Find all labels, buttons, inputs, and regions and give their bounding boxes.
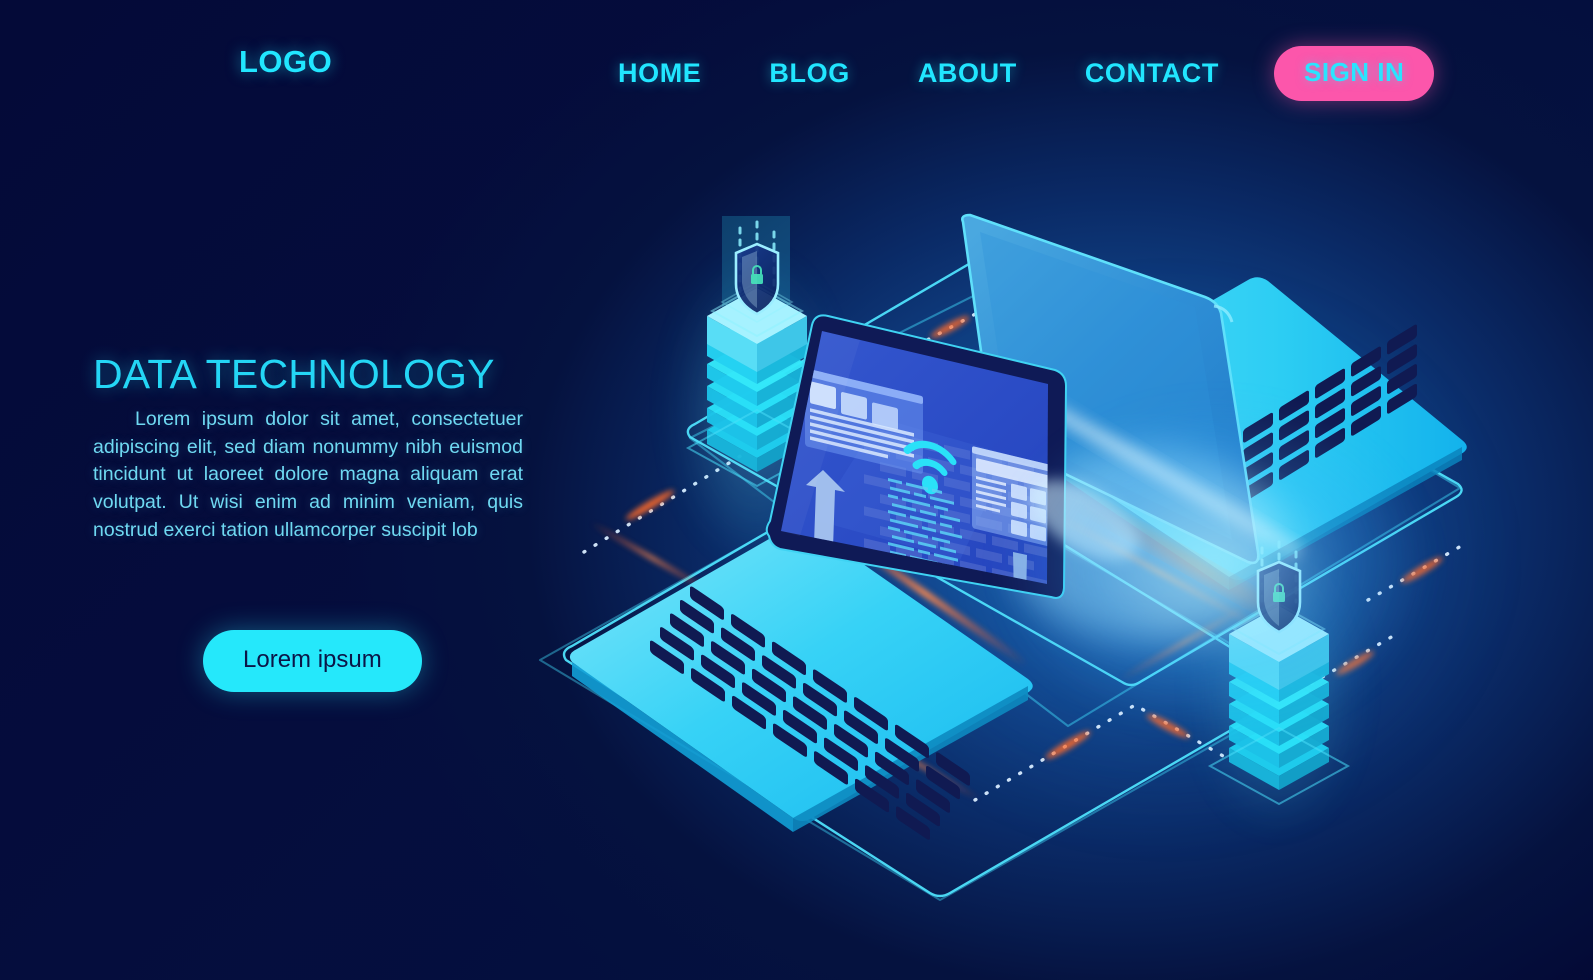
shield-lock-icon-right: [1256, 560, 1302, 634]
page-title: DATA TECHNOLOGY: [93, 351, 495, 397]
nav-link-contact[interactable]: CONTACT: [1085, 58, 1219, 89]
server-tower-right: [1200, 540, 1356, 820]
nav-link-about[interactable]: ABOUT: [918, 58, 1017, 89]
logo[interactable]: LOGO: [239, 44, 332, 80]
laptop-front: [569, 314, 1067, 840]
page-root: LOGO HOME BLOG ABOUT CONTACT SIGN IN DAT…: [0, 0, 1593, 980]
shield-lock-icon-left: [734, 242, 780, 316]
nav-link-blog[interactable]: BLOG: [769, 58, 849, 89]
cta-button[interactable]: Lorem ipsum: [203, 630, 422, 692]
hero-copy: DATA TECHNOLOGY Lorem ipsum dolor sit am…: [93, 351, 523, 544]
top-navigation: LOGO HOME BLOG ABOUT CONTACT SIGN IN: [0, 0, 1593, 118]
nav-link-home[interactable]: HOME: [618, 58, 701, 89]
nav-links: HOME BLOG ABOUT CONTACT SIGN IN: [618, 46, 1435, 101]
sign-in-button[interactable]: SIGN IN: [1274, 46, 1435, 101]
hero-body-text: Lorem ipsum dolor sit amet, consectetuer…: [93, 407, 523, 541]
